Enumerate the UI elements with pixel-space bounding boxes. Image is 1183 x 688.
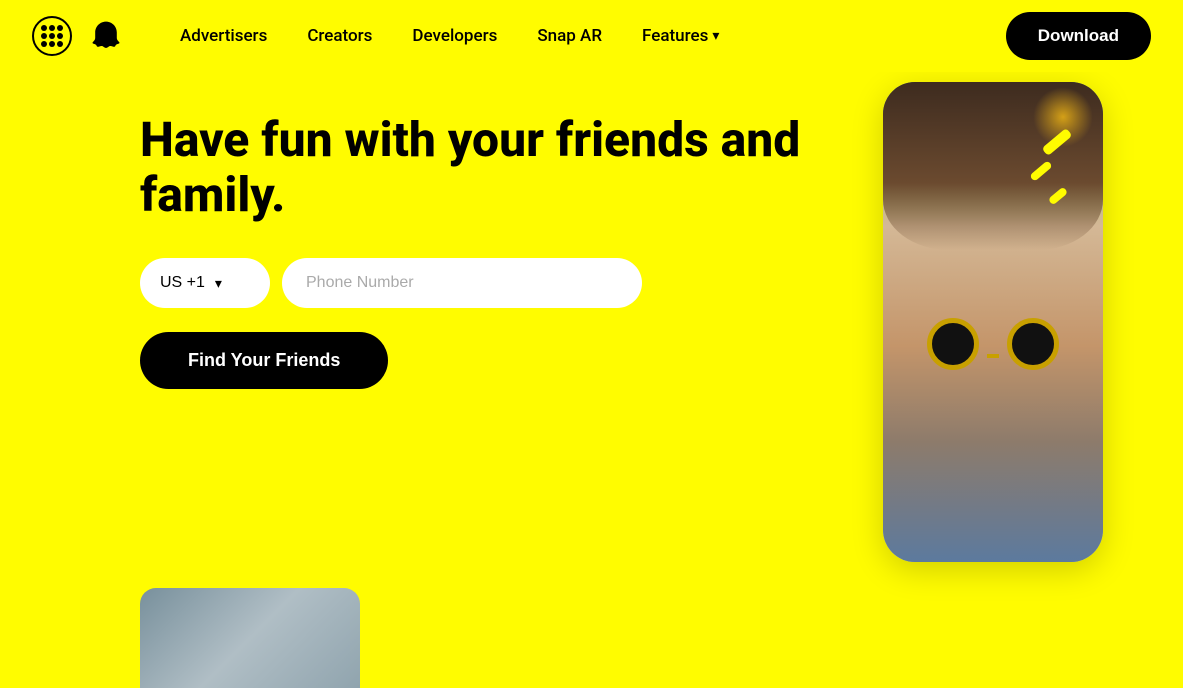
nav-left: Advertisers Creators Developers Snap AR … <box>32 16 735 56</box>
nav-creators[interactable]: Creators <box>291 18 388 54</box>
left-glass <box>927 318 979 370</box>
phone-number-input[interactable] <box>282 258 642 308</box>
ar-face-preview <box>883 82 1103 562</box>
hero-content: Have fun with your friends and family. U… <box>140 112 820 389</box>
phone-mockup <box>883 82 1103 562</box>
glasses-bridge <box>987 354 999 358</box>
phone-screen <box>883 82 1103 562</box>
hero-title: Have fun with your friends and family. <box>140 112 820 222</box>
grid-icon <box>41 25 63 47</box>
nav-snap-ar[interactable]: Snap AR <box>521 18 618 54</box>
right-glass <box>1007 318 1059 370</box>
chevron-down-icon: ▾ <box>712 28 719 44</box>
nav-links: Advertisers Creators Developers Snap AR … <box>164 18 735 54</box>
bottom-card-content <box>140 588 360 688</box>
download-button[interactable]: Download <box>1006 12 1151 60</box>
snapchat-logo[interactable] <box>88 18 124 54</box>
find-friends-button[interactable]: Find Your Friends <box>140 332 388 389</box>
nav-advertisers[interactable]: Advertisers <box>164 18 283 54</box>
nav-features[interactable]: Features ▾ <box>626 18 735 54</box>
input-row: US +1 ▾ <box>140 258 820 308</box>
navbar: Advertisers Creators Developers Snap AR … <box>0 0 1183 72</box>
bottom-preview-card <box>140 588 360 688</box>
country-selector[interactable]: US +1 ▾ <box>140 258 270 308</box>
nav-developers[interactable]: Developers <box>396 18 513 54</box>
nav-right: Download <box>1006 12 1151 60</box>
hero-section: Have fun with your friends and family. U… <box>0 72 1183 688</box>
grid-menu-button[interactable] <box>32 16 72 56</box>
ar-glasses <box>927 318 1059 370</box>
country-chevron-icon: ▾ <box>215 275 222 292</box>
